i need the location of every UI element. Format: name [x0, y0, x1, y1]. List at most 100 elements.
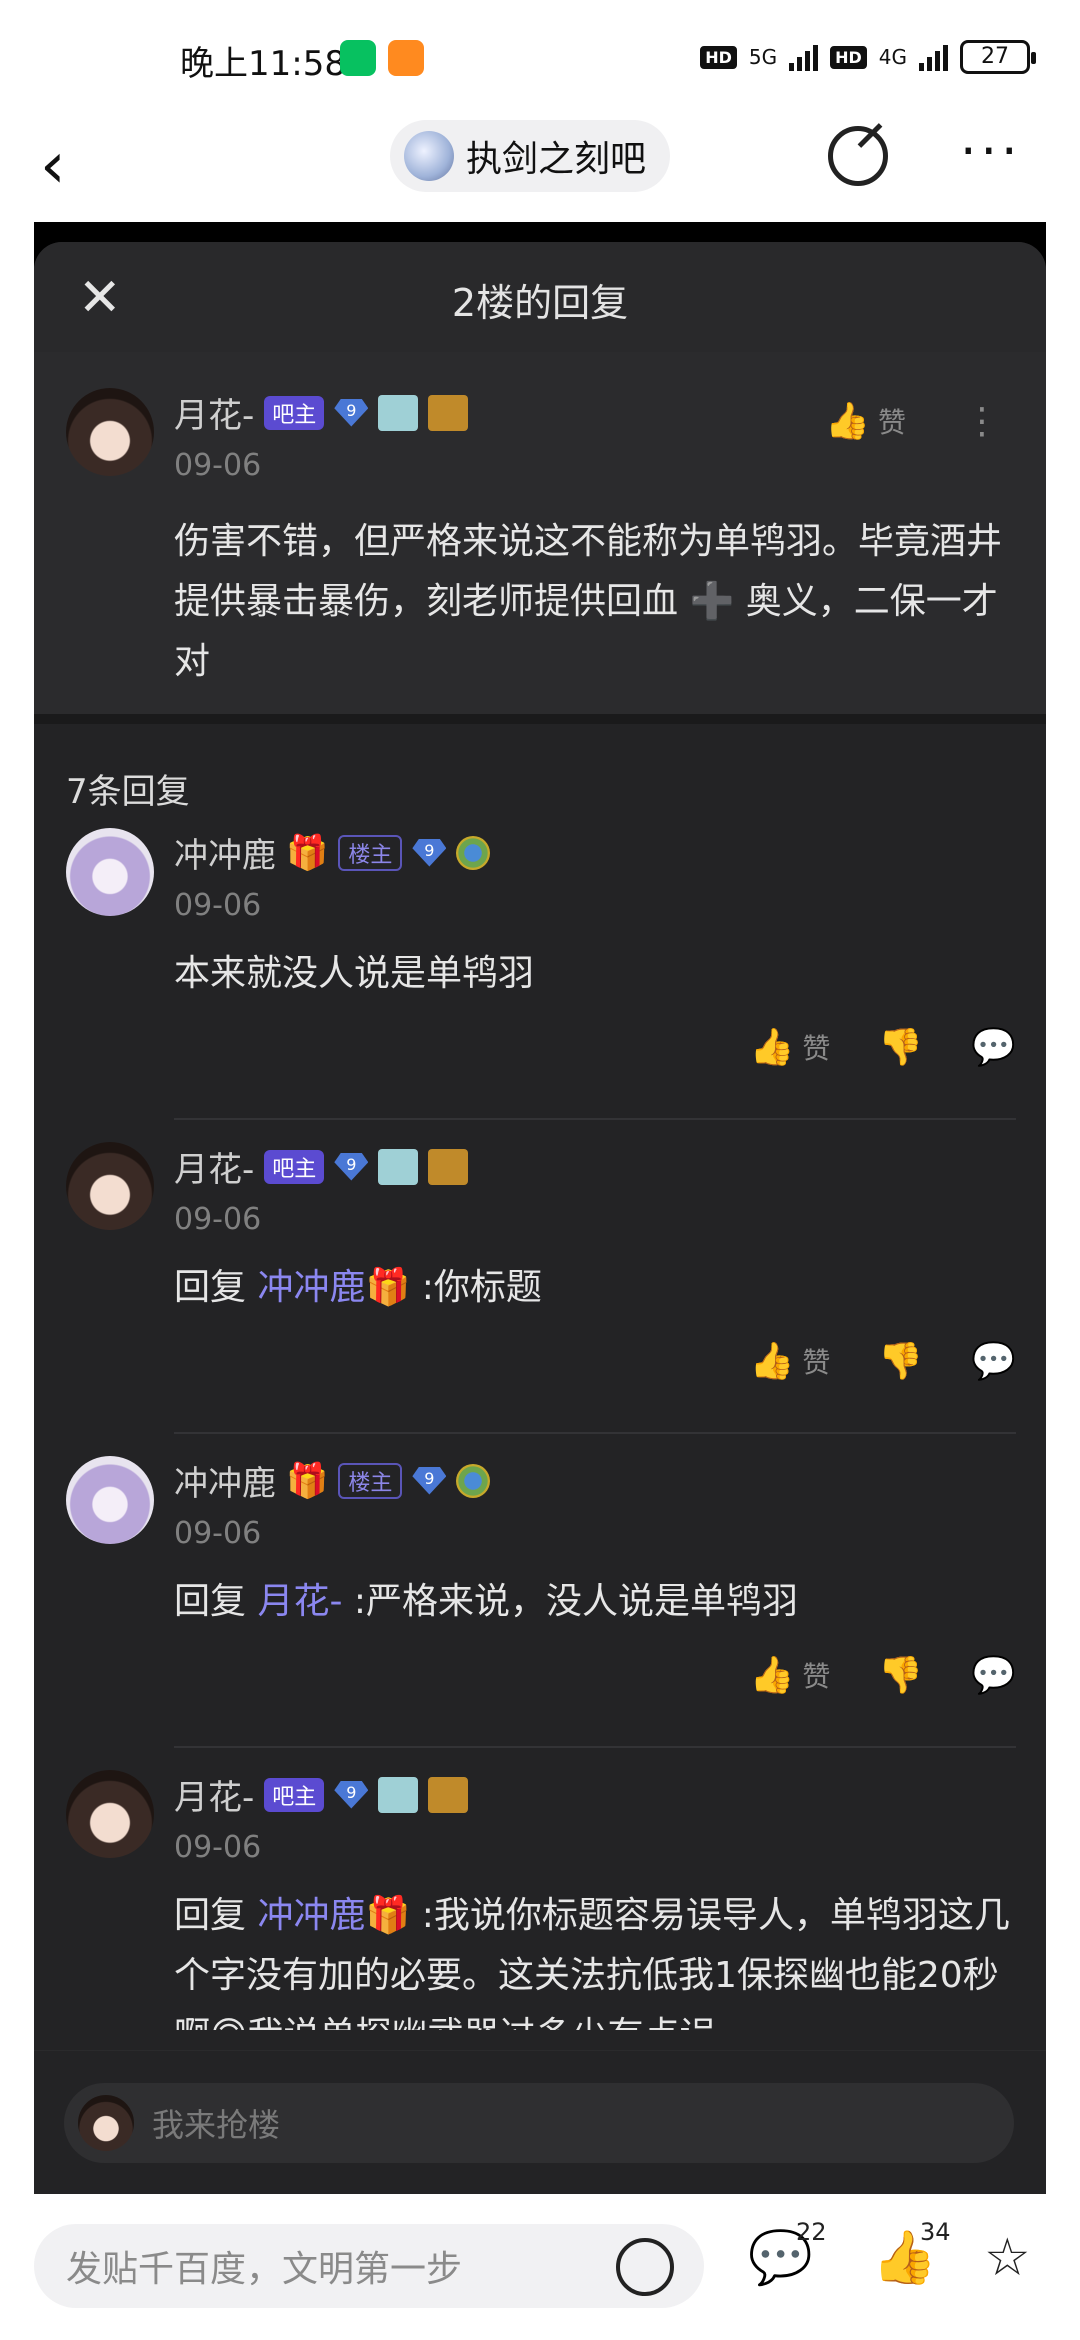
like-count: 34: [920, 2218, 951, 2246]
comment-icon[interactable]: 💬: [971, 1026, 1016, 1068]
main-post: 月花- 吧主 9 09-06 👍 赞 ⋮ 伤害不错，但严格来说这不能称为单鸨羽。毕…: [34, 352, 1046, 714]
reply-actions: 👍 赞 👎 💬: [750, 1654, 1017, 1696]
more-vertical-icon[interactable]: ⋮: [964, 401, 1000, 442]
comment-icon[interactable]: 💬: [971, 1654, 1016, 1696]
sun-medal-icon: [456, 835, 491, 870]
level-gem-icon: 9: [334, 398, 369, 427]
status-indicators: HD 5G HD 4G 27: [700, 40, 1036, 74]
username[interactable]: 冲冲鹿: [174, 828, 276, 877]
username[interactable]: 月花-: [174, 1142, 254, 1191]
mention-link[interactable]: 冲冲鹿🎁: [257, 1267, 410, 1308]
reply-content: 本来就没人说是单鸨羽: [174, 953, 535, 994]
reply-actions: 👍 赞 👎 💬: [750, 1340, 1017, 1382]
main-post-text: 伤害不错，但严格来说这不能称为单鸨羽。毕竟酒井提供暴击暴伤，刻老师提供回血 ➕ …: [174, 521, 1003, 682]
top-nav: ‹ 执剑之刻吧 ···: [0, 120, 1080, 224]
network-4g-label: 4G: [878, 45, 907, 69]
status-time: 晚上11:58: [180, 44, 346, 84]
reply-item: 冲冲鹿 🎁 楼主 9 09-06 本来就没人说是单鸨羽 👍 赞 👎 💬: [34, 828, 1046, 1142]
diamond-medal-icon: [378, 394, 419, 431]
my-avatar: [78, 2095, 134, 2151]
forum-avatar: [404, 131, 454, 181]
divider: [174, 1432, 1016, 1434]
emoji-icon[interactable]: [616, 2238, 674, 2296]
reply-text: 本来就没人说是单鸨羽: [174, 944, 1014, 1004]
panel-header: ✕ 2楼的回复: [34, 242, 1046, 352]
hd-icon-2: HD: [830, 45, 867, 69]
forum-name: 执剑之刻吧: [466, 139, 647, 180]
reply-user: 冲冲鹿 🎁 楼主 9: [174, 1456, 491, 1505]
reply-date: 09-06: [174, 888, 262, 923]
favorite-star-icon[interactable]: ☆: [984, 2232, 1031, 2284]
thumb-down-icon[interactable]: 👎: [878, 1340, 923, 1382]
thumb-down-icon[interactable]: 👎: [878, 1654, 923, 1696]
reply-prefix: 回复: [174, 1581, 258, 1622]
reply-date: 09-06: [174, 1516, 262, 1551]
main-post-user: 月花- 吧主 9: [174, 388, 469, 437]
reply-input-placeholder: 我来抢楼: [152, 2106, 281, 2144]
battery-icon: 27: [960, 40, 1036, 74]
reply-actions: 👍 赞 👎 💬: [750, 1026, 1017, 1068]
reply-item: 冲冲鹿 🎁 楼主 9 09-06 回复 月花- :严格来说，没人说是单鸨羽 👍 赞…: [34, 1456, 1046, 1770]
avatar[interactable]: [66, 388, 154, 476]
mention-link[interactable]: 冲冲鹿🎁: [257, 1895, 410, 1936]
avatar[interactable]: [66, 1456, 154, 1544]
post-date: 09-06: [174, 448, 262, 483]
reply-content: :严格来说，没人说是单鸨羽: [342, 1581, 799, 1622]
reply-content: :你标题: [410, 1267, 542, 1308]
mention-link[interactable]: 月花-: [257, 1581, 342, 1622]
forum-pill[interactable]: 执剑之刻吧: [390, 120, 671, 192]
thumb-up-icon: 👍: [749, 1341, 795, 1382]
thumb-up-icon: 👍: [825, 401, 870, 442]
like-button[interactable]: 👍 赞: [750, 1654, 831, 1696]
app-notification-icon: [388, 40, 424, 76]
divider: [34, 714, 1046, 724]
avatar[interactable]: [66, 1770, 154, 1858]
gold-medal-icon: [428, 1776, 469, 1813]
reply-user: 月花- 吧主 9: [174, 1142, 469, 1191]
sun-medal-icon: [456, 1463, 491, 1498]
owner-badge: 吧主: [264, 1777, 325, 1812]
level-gem-icon: 9: [412, 838, 447, 867]
reply-text: 回复 冲冲鹿🎁 :你标题: [174, 1258, 1014, 1318]
diamond-medal-icon: [378, 1148, 419, 1185]
reply-panel: ✕ 2楼的回复 月花- 吧主 9 09-06 👍 赞 ⋮ 伤害不错，但严格来说这不…: [34, 242, 1046, 2194]
status-bar: 晚上11:58 HD 5G HD 4G 27: [0, 0, 1080, 120]
bottom-bar: 发贴千百度，文明第一步 💬 22 👍 34 ☆: [0, 2196, 1080, 2340]
like-button[interactable]: 👍 赞: [750, 1340, 831, 1382]
gift-icon: 🎁: [286, 1460, 329, 1501]
like-label: 赞: [802, 1032, 831, 1065]
reply-prefix: 回复: [174, 1895, 258, 1936]
more-icon[interactable]: ···: [960, 122, 1022, 182]
avatar[interactable]: [66, 828, 154, 916]
gold-medal-icon: [428, 394, 469, 431]
post-input[interactable]: 发贴千百度，文明第一步: [34, 2224, 704, 2308]
reply-item: 月花- 吧主 9 09-06 回复 冲冲鹿🎁 :你标题 👍 赞 👎 💬: [34, 1142, 1046, 1456]
like-label: 赞: [802, 1660, 831, 1693]
gift-icon: 🎁: [286, 832, 329, 873]
like-label: 赞: [877, 406, 906, 439]
username[interactable]: 月花-: [174, 1770, 254, 1819]
thumb-down-icon[interactable]: 👎: [878, 1026, 923, 1068]
thumb-up-icon: 👍: [749, 1655, 795, 1696]
username[interactable]: 冲冲鹿: [174, 1456, 276, 1505]
wechat-icon: [340, 40, 376, 76]
reply-count: 7条回复: [66, 772, 190, 812]
divider: [174, 1746, 1016, 1748]
back-icon[interactable]: ‹: [40, 134, 66, 198]
gold-medal-icon: [428, 1148, 469, 1185]
level-gem-icon: 9: [334, 1152, 369, 1181]
comment-count: 22: [796, 2218, 827, 2246]
reply-input[interactable]: 我来抢楼: [64, 2083, 1014, 2163]
comment-icon[interactable]: 💬: [971, 1340, 1016, 1382]
op-badge: 楼主: [338, 1462, 403, 1499]
avatar[interactable]: [66, 1142, 154, 1230]
signal-icon: [789, 43, 819, 71]
reply-text: 回复 冲冲鹿🎁 :我说你标题容易误导人，单鸨羽这几个字没有加的必要。这关法抗低我…: [174, 1886, 1014, 2030]
like-button[interactable]: 👍 赞: [825, 400, 906, 442]
reply-text: 回复 月花- :严格来说，没人说是单鸨羽: [174, 1572, 1014, 1632]
reply-user: 冲冲鹿 🎁 楼主 9: [174, 828, 491, 877]
share-icon[interactable]: [828, 126, 888, 186]
main-post-actions: 👍 赞 ⋮: [825, 400, 1000, 443]
username[interactable]: 月花-: [174, 388, 254, 437]
like-button[interactable]: 👍 赞: [750, 1026, 831, 1068]
